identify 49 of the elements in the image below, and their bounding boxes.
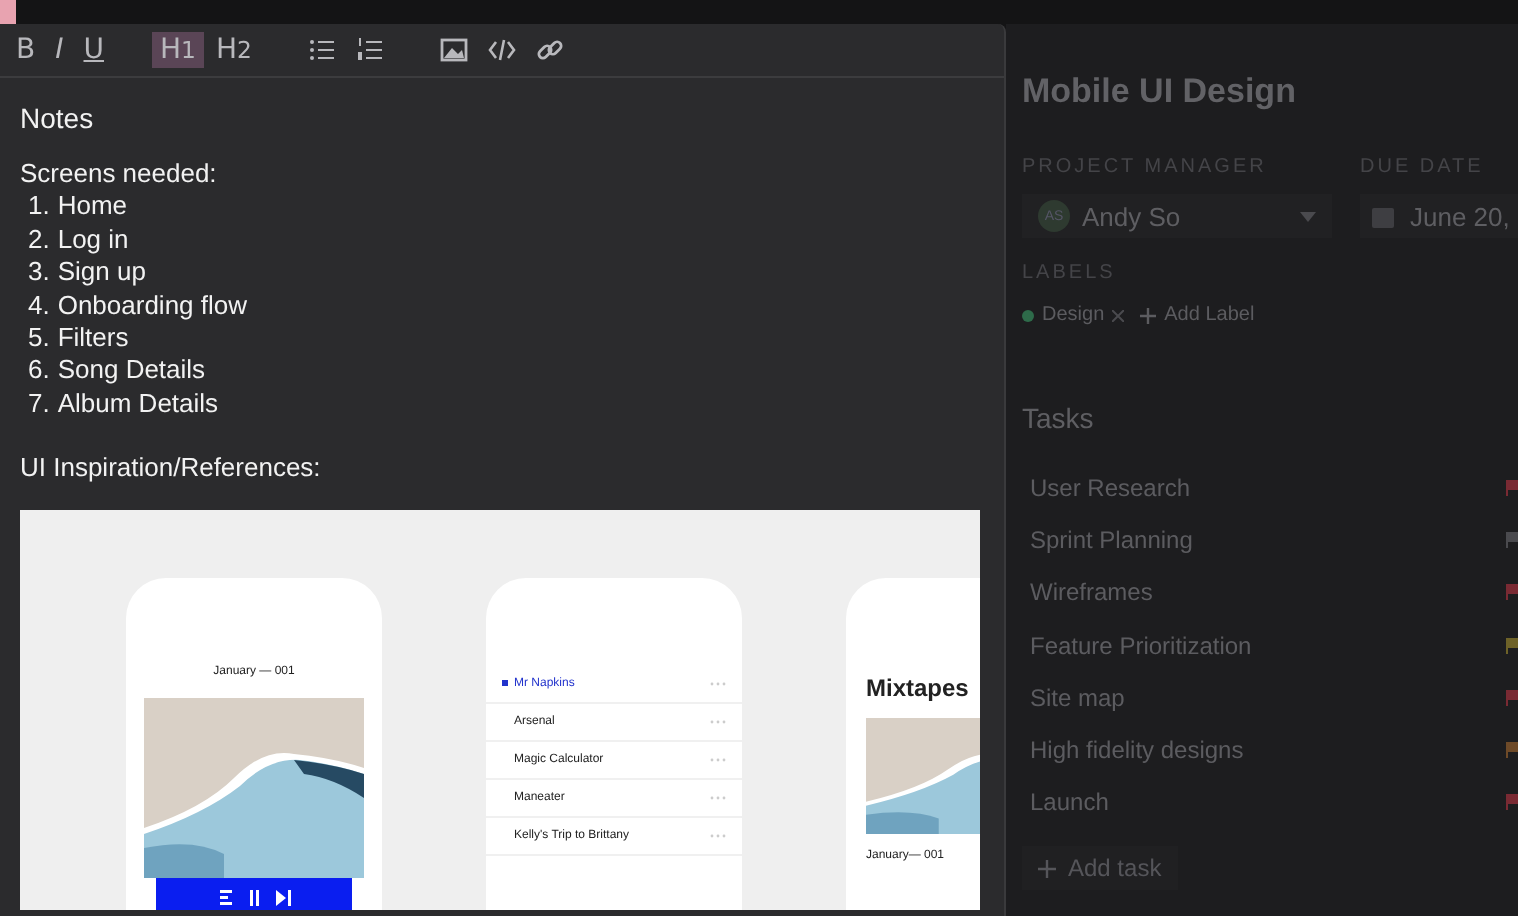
list-number: 1.: [28, 190, 50, 224]
calendar-icon: [1372, 205, 1394, 227]
caret-icon: [1300, 211, 1316, 221]
task-name[interactable]: Site map: [1030, 683, 1125, 712]
list-item-text: Filters: [57, 321, 129, 355]
link-icon: [535, 36, 564, 64]
underline-button[interactable]: U: [75, 32, 112, 68]
more-icon: [710, 719, 726, 724]
section-heading: Tasks: [1022, 402, 1096, 434]
list-number: 4.: [28, 289, 50, 322]
due-date-field[interactable]: June 20,: [1360, 194, 1518, 238]
more-icon: [710, 681, 726, 686]
list-number: 3.: [28, 256, 50, 290]
list-number: 2.: [28, 223, 50, 257]
plus-icon: [1038, 859, 1056, 878]
plus-icon: [1140, 307, 1157, 323]
code-icon: [487, 36, 516, 64]
note-heading: Notes: [20, 102, 96, 134]
task-name[interactable]: Sprint Planning: [1030, 526, 1193, 555]
task-name[interactable]: High fidelity designs: [1030, 736, 1244, 765]
list-item-text: Song Details: [57, 354, 206, 388]
playback-controls-icon: [220, 889, 292, 906]
list-number: 6.: [28, 354, 50, 388]
note-text: UI Inspiration/References:: [20, 452, 323, 486]
color-swatch: [0, 0, 16, 24]
bold-button[interactable]: B: [8, 32, 44, 68]
add-label-button[interactable]: Add Label: [1140, 304, 1255, 326]
task-name[interactable]: Launch: [1030, 788, 1109, 817]
list-number: 5.: [28, 321, 50, 355]
image-icon: [439, 36, 468, 64]
more-icon: [710, 833, 726, 838]
more-icon: [710, 795, 726, 800]
task-name[interactable]: Wireframes: [1030, 578, 1153, 607]
screen-heading: Mixtapes: [866, 673, 971, 702]
italic-button[interactable]: I: [47, 32, 72, 68]
project-title: Mobile UI Design: [1022, 72, 1298, 112]
label-tag: Design: [1042, 304, 1105, 326]
list-item-text: Home: [57, 190, 128, 224]
task-name[interactable]: User Research: [1030, 474, 1191, 503]
numbered-list-icon: [355, 36, 384, 64]
bulleted-list-icon: [307, 36, 336, 64]
list-item-text: Album Details: [57, 387, 219, 421]
list-number: 7.: [28, 387, 50, 421]
note-text: Screens needed:: [20, 158, 219, 191]
task-name[interactable]: Feature Prioritization: [1030, 631, 1252, 660]
list-item-text: Sign up: [57, 256, 146, 290]
list-item-text: Onboarding flow: [57, 289, 248, 322]
list-item-text: Log in: [57, 223, 129, 257]
more-icon: [710, 757, 726, 762]
